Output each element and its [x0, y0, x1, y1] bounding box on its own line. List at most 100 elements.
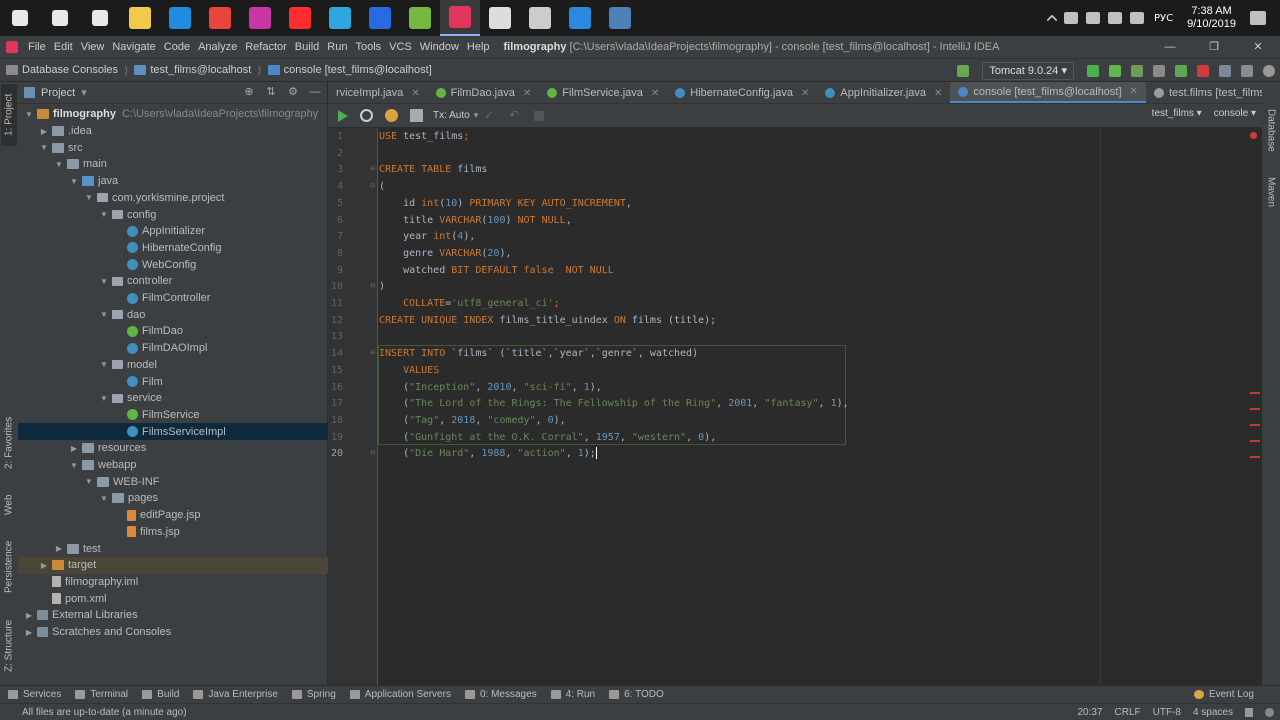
editor-error-stripe[interactable]	[1244, 128, 1262, 685]
code-editor[interactable]: USE test_films; CREATE TABLE films ( id in…	[378, 128, 1244, 685]
tree-item[interactable]: FilmService	[18, 407, 328, 424]
schema-select[interactable]: test_films ▾	[1152, 108, 1202, 119]
expanded-arrow-icon[interactable]: ▼	[99, 360, 109, 369]
menu-view[interactable]: View	[77, 41, 109, 53]
fold-marker-icon[interactable]: ⊖	[370, 448, 375, 458]
debug-icon[interactable]	[1109, 65, 1121, 77]
rerun-icon[interactable]	[1087, 65, 1099, 77]
close-icon[interactable]: ✕	[801, 88, 809, 99]
tool-window-4-run[interactable]: 4: Run	[550, 689, 595, 700]
collapsed-arrow-icon[interactable]: ▶	[39, 127, 49, 136]
hide-icon[interactable]: —	[309, 86, 321, 98]
menu-build[interactable]: Build	[291, 41, 323, 53]
tree-item[interactable]: FilmsServiceImpl	[18, 423, 328, 440]
tree-item[interactable]: ▼ config	[18, 206, 328, 223]
tree-item[interactable]: ▶ Scratches and Consoles	[18, 624, 328, 641]
expanded-arrow-icon[interactable]: ▼	[99, 494, 109, 503]
menu-vcs[interactable]: VCS	[385, 41, 416, 53]
editor-tab[interactable]: test.films [test_films@localhost]✕	[1146, 82, 1262, 103]
tool-tab-persistence[interactable]: Persistence	[1, 535, 17, 599]
update-app-icon[interactable]	[1175, 65, 1187, 77]
editor-tab[interactable]: FilmService.java ✕	[539, 82, 667, 103]
presentation-icon[interactable]	[1241, 65, 1253, 77]
project-structure-icon[interactable]	[1219, 65, 1231, 77]
clock[interactable]: 7:38 AM 9/10/2019	[1187, 5, 1236, 31]
language-indicator[interactable]: РУС	[1154, 13, 1173, 24]
menu-help[interactable]: Help	[463, 41, 494, 53]
collapsed-arrow-icon[interactable]: ▶	[39, 561, 49, 570]
tree-item[interactable]: ▼ webapp	[18, 457, 328, 474]
file-encoding[interactable]: UTF-8	[1153, 707, 1181, 718]
tree-item[interactable]: ▼ service	[18, 390, 328, 407]
tree-item[interactable]: Film	[18, 373, 328, 390]
stop-query-icon[interactable]	[534, 110, 545, 121]
fold-marker-icon[interactable]: ⊖	[370, 181, 375, 191]
network-icon[interactable]	[1107, 12, 1122, 24]
tool-window-application-servers[interactable]: Application Servers	[349, 689, 451, 700]
yandex-browser-button[interactable]	[280, 0, 320, 36]
tree-item[interactable]: HibernateConfig	[18, 240, 328, 257]
breadcrumb-database-consoles[interactable]: Database Consoles	[0, 64, 124, 76]
volume-icon[interactable]	[1129, 12, 1144, 24]
editor-tab[interactable]: console [test_films@localhost] ✕	[950, 82, 1146, 103]
intellij-idea-button[interactable]	[440, 0, 480, 36]
fold-marker-icon[interactable]: ⊖	[370, 164, 375, 174]
edge-button[interactable]	[160, 0, 200, 36]
chevron-down-icon[interactable]: ▾	[81, 86, 87, 99]
tool-window-0-messages[interactable]: 0: Messages	[464, 689, 537, 700]
vscode-button[interactable]	[560, 0, 600, 36]
close-icon[interactable]: ✕	[651, 88, 659, 99]
editor-tab[interactable]: HibernateConfig.java ✕	[667, 82, 817, 103]
tree-item[interactable]: ▶ External Libraries	[18, 607, 328, 624]
collapsed-arrow-icon[interactable]: ▶	[24, 611, 34, 620]
expanded-arrow-icon[interactable]: ▼	[84, 477, 94, 486]
tree-item[interactable]: ▼ java	[18, 173, 328, 190]
line-separator[interactable]: CRLF	[1115, 707, 1141, 718]
tool-tab-favorites[interactable]: 2: Favorites	[1, 412, 17, 474]
tree-item[interactable]: ▼ controller	[18, 273, 328, 290]
tree-item[interactable]: ▼ main	[18, 156, 328, 173]
tree-item[interactable]: films.jsp	[18, 524, 328, 541]
menu-refactor[interactable]: Refactor	[241, 41, 291, 53]
tree-item[interactable]: FilmController	[18, 290, 328, 307]
expanded-arrow-icon[interactable]: ▼	[99, 394, 109, 403]
tree-item[interactable]: pom.xml	[18, 590, 328, 607]
telegram-button[interactable]	[320, 0, 360, 36]
chevron-down-icon[interactable]: ▾	[474, 110, 479, 121]
menu-run[interactable]: Run	[323, 41, 351, 53]
tool-window-build[interactable]: Build	[142, 689, 179, 700]
rollback-icon[interactable]: ↶	[509, 109, 522, 122]
build-hammer-icon[interactable]	[957, 65, 970, 77]
indent-setting[interactable]: 4 spaces	[1193, 707, 1233, 718]
tree-item[interactable]: ▼ pages	[18, 490, 328, 507]
fold-marker-icon[interactable]: ⊖	[370, 281, 375, 291]
expanded-arrow-icon[interactable]: ▼	[99, 310, 109, 319]
menu-file[interactable]: File	[24, 41, 50, 53]
locate-icon[interactable]: ⊕	[243, 86, 255, 98]
menu-analyze[interactable]: Analyze	[194, 41, 241, 53]
terminal-app-button[interactable]	[600, 0, 640, 36]
collapsed-arrow-icon[interactable]: ▶	[69, 444, 79, 453]
tool-tab-structure[interactable]: Z: Structure	[1, 612, 17, 680]
utorrent-button[interactable]	[400, 0, 440, 36]
editor-tab[interactable]: AppInitializer.java ✕	[817, 82, 950, 103]
git-icon[interactable]	[1265, 708, 1274, 717]
tree-item[interactable]: FilmDAOImpl	[18, 340, 328, 357]
tree-item[interactable]: FilmDao	[18, 323, 328, 340]
tree-item[interactable]: ▼ src	[18, 139, 328, 156]
profile-icon[interactable]	[1153, 65, 1165, 77]
menu-navigate[interactable]: Navigate	[108, 41, 159, 53]
error-marker[interactable]	[1250, 456, 1260, 458]
expanded-arrow-icon[interactable]: ▼	[84, 193, 94, 202]
tree-item[interactable]: ▼ filmography C:\Users\vlada\IdeaProjects\…	[18, 106, 328, 123]
windows-start-button[interactable]	[0, 0, 40, 36]
editor-tab[interactable]: rviceImpl.java ✕	[328, 82, 428, 103]
commit-icon[interactable]: ✓	[484, 109, 497, 122]
chevron-up-icon[interactable]	[1046, 14, 1058, 26]
battery-icon[interactable]	[1085, 12, 1100, 24]
tree-item[interactable]: ▼ model	[18, 357, 328, 374]
error-marker[interactable]	[1250, 424, 1260, 426]
collapse-all-icon[interactable]: ⇅	[265, 86, 277, 98]
menu-edit[interactable]: Edit	[50, 41, 77, 53]
error-marker[interactable]	[1250, 408, 1260, 410]
